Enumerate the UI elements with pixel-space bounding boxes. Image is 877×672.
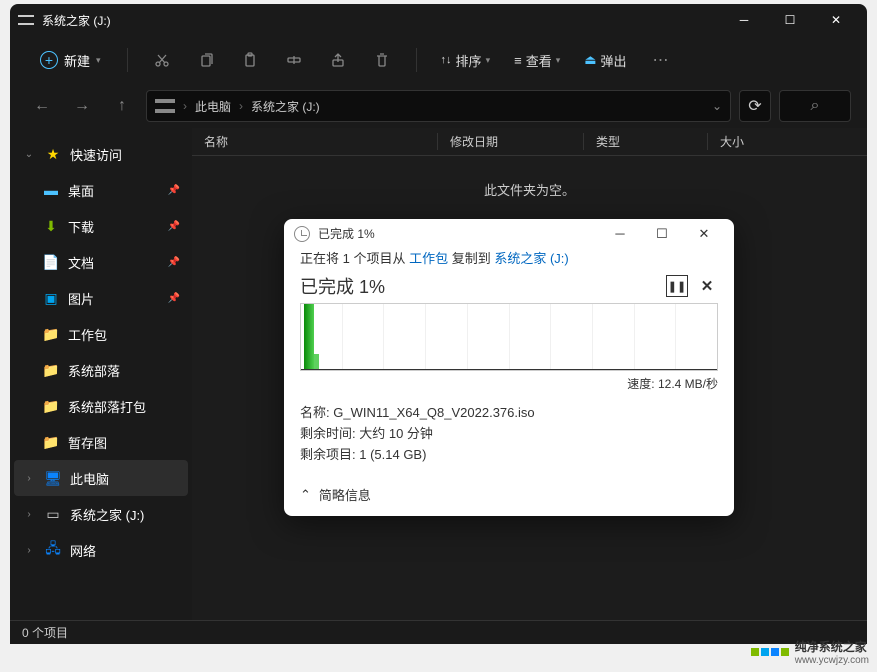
close-button[interactable]: ✕ [813, 4, 859, 36]
copy-description: 正在将 1 个项目从 工作包 复制到 系统之家 (J:) [300, 248, 718, 267]
dialog-title: 已完成 1% [318, 225, 375, 242]
folder-icon: 📁 [42, 433, 60, 451]
cut-button[interactable] [144, 42, 180, 78]
folder-icon: 📁 [42, 361, 60, 379]
back-button[interactable]: ← [26, 90, 58, 122]
folder-icon: 📁 [42, 325, 60, 343]
paste-button[interactable] [232, 42, 268, 78]
speed-label: 速度: 12.4 MB/秒 [300, 375, 718, 392]
watermark: 纯净系统之家 www.ycwjzy.com [751, 638, 869, 666]
delete-button[interactable] [364, 42, 400, 78]
plus-icon: + [40, 51, 58, 69]
sidebar-this-pc[interactable]: › 🖥 此电脑 [14, 460, 188, 496]
logo-icon [751, 648, 789, 656]
minimize-button[interactable]: ─ [721, 4, 767, 36]
pin-icon: 📌 [168, 185, 180, 196]
sidebar: ⌄ ★ 快速访问 ▬ 桌面 📌 ⬇ 下载 📌 📄 文档 📌 ▣ 图片 [10, 128, 192, 620]
header-size[interactable]: 大小 [708, 133, 867, 150]
breadcrumb[interactable]: › 此电脑 › 系统之家 (J:) ⌄ [146, 90, 731, 122]
sidebar-downloads[interactable]: ⬇ 下载 📌 [14, 208, 188, 244]
sidebar-sysdeploy[interactable]: 📁 系统部落 [14, 352, 188, 388]
toggle-details[interactable]: ⌃ 简略信息 [284, 473, 734, 516]
time-remaining: 剩余时间: 大约 10 分钟 [300, 423, 718, 442]
dialog-maximize[interactable]: ☐ [642, 220, 682, 248]
up-button[interactable]: ↑ [106, 90, 138, 122]
empty-message: 此文件夹为空。 [192, 156, 867, 223]
progress-text: 已完成 1% [300, 273, 385, 299]
drive-icon [18, 15, 34, 25]
pc-icon: 🖥 [44, 469, 62, 487]
sidebar-work[interactable]: 📁 工作包 [14, 316, 188, 352]
speed-graph [300, 303, 718, 371]
copy-button[interactable] [188, 42, 224, 78]
breadcrumb-root[interactable]: 此电脑 [195, 98, 231, 115]
refresh-button[interactable]: ⟳ [739, 90, 771, 122]
file-name: 名称: G_WIN11_X64_Q8_V2022.376.iso [300, 402, 718, 421]
clock-icon [294, 226, 310, 242]
chevron-down-icon[interactable]: ⌄ [712, 99, 722, 113]
dialog-minimize[interactable]: ─ [600, 220, 640, 248]
star-icon: ★ [44, 145, 62, 163]
sidebar-desktop[interactable]: ▬ 桌面 📌 [14, 172, 188, 208]
copy-progress-dialog: 已完成 1% ─ ☐ ✕ 正在将 1 个项目从 工作包 复制到 系统之家 (J:… [284, 219, 734, 516]
header-modified[interactable]: 修改日期 [438, 133, 584, 150]
search-input[interactable]: ⌕ [779, 90, 851, 122]
forward-button[interactable]: → [66, 90, 98, 122]
chevron-up-icon: ⌃ [300, 487, 311, 503]
maximize-button[interactable]: ☐ [767, 4, 813, 36]
drive-icon: ▭ [44, 505, 62, 523]
eject-button[interactable]: ⏏ 弹出 [576, 45, 634, 76]
sidebar-sysdeploy-pack[interactable]: 📁 系统部落打包 [14, 388, 188, 424]
rename-button[interactable] [276, 42, 312, 78]
sidebar-temp-img[interactable]: 📁 暂存图 [14, 424, 188, 460]
pause-button[interactable]: ❚❚ [666, 275, 688, 297]
copy-dest-link[interactable]: 系统之家 (J:) [494, 251, 568, 266]
view-button[interactable]: ≡ 查看 ▾ [506, 45, 568, 76]
network-icon: 🖧 [44, 541, 62, 559]
drive-icon [155, 99, 175, 113]
pin-icon: 📌 [168, 293, 180, 304]
new-button[interactable]: + 新建 ▾ [30, 45, 111, 76]
dialog-close[interactable]: ✕ [684, 220, 724, 248]
download-icon: ⬇ [42, 217, 60, 235]
dialog-titlebar[interactable]: 已完成 1% ─ ☐ ✕ [284, 219, 734, 248]
navbar: ← → ↑ › 此电脑 › 系统之家 (J:) ⌄ ⟳ ⌕ [10, 84, 867, 128]
titlebar[interactable]: 系统之家 (J:) ─ ☐ ✕ [10, 4, 867, 36]
sidebar-network[interactable]: › 🖧 网络 [14, 532, 188, 568]
cancel-button[interactable]: ✕ [696, 275, 718, 297]
breadcrumb-current[interactable]: 系统之家 (J:) [251, 98, 320, 115]
item-count: 0 个项目 [22, 624, 68, 641]
pin-icon: 📌 [168, 221, 180, 232]
statusbar: 0 个项目 [10, 620, 867, 644]
sidebar-quick-access[interactable]: ⌄ ★ 快速访问 [14, 136, 188, 172]
sidebar-documents[interactable]: 📄 文档 📌 [14, 244, 188, 280]
items-remaining: 剩余项目: 1 (5.14 GB) [300, 444, 718, 463]
document-icon: 📄 [42, 253, 60, 271]
window-title: 系统之家 (J:) [42, 12, 111, 29]
sidebar-drive[interactable]: › ▭ 系统之家 (J:) [14, 496, 188, 532]
folder-icon: 📁 [42, 397, 60, 415]
more-button[interactable]: ⋯ [643, 42, 679, 78]
desktop-icon: ▬ [42, 181, 60, 199]
sort-button[interactable]: ↑↓ 排序 ▾ [433, 45, 499, 76]
toolbar: + 新建 ▾ ↑↓ 排序 ▾ ≡ 查看 ▾ ⏏ 弹出 ⋯ [10, 36, 867, 84]
header-name[interactable]: 名称 [192, 133, 438, 150]
column-headers: 名称 修改日期 类型 大小 [192, 128, 867, 156]
copy-source-link[interactable]: 工作包 [409, 251, 448, 266]
pictures-icon: ▣ [42, 289, 60, 307]
share-button[interactable] [320, 42, 356, 78]
header-type[interactable]: 类型 [584, 133, 708, 150]
pin-icon: 📌 [168, 257, 180, 268]
sidebar-pictures[interactable]: ▣ 图片 📌 [14, 280, 188, 316]
